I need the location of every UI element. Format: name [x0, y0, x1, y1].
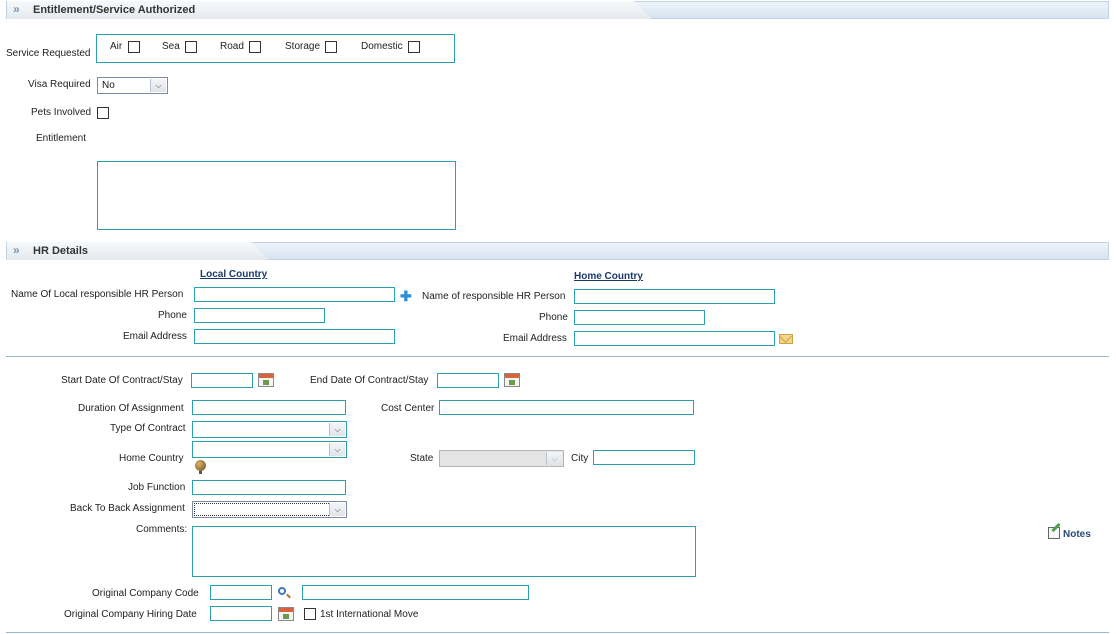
city-input[interactable] — [593, 450, 695, 465]
home-phone-label: Phone — [539, 312, 568, 323]
entitlement-section-header[interactable]: » Entitlement/Service Authorized — [6, 1, 1109, 19]
home-phone-input[interactable] — [574, 310, 705, 325]
home-email-input[interactable] — [574, 331, 775, 346]
notes-link[interactable]: Notes — [1063, 529, 1091, 540]
duration-input[interactable] — [192, 400, 346, 415]
globe-icon[interactable] — [195, 460, 206, 474]
home-country-label: Home Country — [119, 453, 184, 464]
divider — [6, 632, 1109, 633]
cost-center-input[interactable] — [439, 400, 694, 415]
original-company-name-input[interactable] — [302, 585, 529, 600]
local-hr-person-label: Name Of Local responsible HR Person — [11, 289, 184, 300]
comments-textarea[interactable] — [192, 526, 696, 577]
service-road-checkbox[interactable] — [249, 41, 261, 53]
double-chevron-right-icon: » — [13, 243, 20, 257]
chevron-down-icon: ⌵ — [150, 79, 166, 92]
job-function-input[interactable] — [192, 480, 346, 495]
original-company-code-input[interactable] — [210, 585, 272, 600]
cost-center-label: Cost Center — [381, 403, 435, 414]
visa-required-select[interactable]: No ⌵ — [97, 77, 168, 94]
type-of-contract-label: Type Of Contract — [110, 423, 186, 434]
state-select[interactable]: ⌵ — [439, 450, 564, 467]
local-country-heading: Local Country — [200, 269, 268, 280]
local-phone-input[interactable] — [194, 308, 325, 323]
section-title: Entitlement/Service Authorized — [33, 4, 196, 16]
service-air-checkbox[interactable] — [128, 41, 140, 53]
local-email-label: Email Address — [123, 331, 187, 342]
service-road-label: Road — [220, 41, 244, 52]
chevron-down-icon: ⌵ — [329, 503, 345, 516]
pets-involved-checkbox[interactable] — [97, 107, 109, 119]
back-to-back-label: Back To Back Assignment — [70, 503, 185, 514]
hr-details-section-header[interactable]: » HR Details — [6, 242, 1109, 260]
double-chevron-right-icon: » — [13, 2, 20, 16]
home-hr-person-input[interactable] — [574, 289, 775, 304]
comments-label: Comments: — [136, 524, 188, 535]
service-storage-checkbox[interactable] — [325, 41, 337, 53]
service-sea-label: Sea — [162, 41, 180, 52]
entitlement-textarea[interactable] — [97, 161, 456, 230]
home-hr-person-label: Name of responsible HR Person — [422, 291, 566, 302]
service-requested-label: Service Requested — [6, 48, 91, 59]
calendar-icon[interactable] — [504, 373, 520, 387]
notes-icon[interactable] — [1048, 527, 1060, 539]
service-requested-group: Air Sea Road Storage Domestic — [96, 34, 455, 63]
state-label: State — [410, 453, 434, 464]
envelope-icon[interactable] — [779, 334, 793, 344]
original-company-code-label: Original Company Code — [92, 588, 199, 599]
first-international-move-label: 1st International Move — [320, 609, 419, 620]
start-date-input[interactable] — [191, 373, 253, 388]
chevron-down-icon: ⌵ — [329, 423, 345, 436]
service-storage-label: Storage — [285, 41, 321, 52]
local-hr-person-input[interactable] — [194, 287, 395, 302]
end-date-label: End Date Of Contract/Stay — [310, 375, 429, 386]
visa-required-value: No — [102, 80, 115, 91]
end-date-input[interactable] — [437, 373, 499, 388]
service-domestic-checkbox[interactable] — [408, 41, 420, 53]
magnifier-icon[interactable] — [278, 587, 286, 595]
pets-involved-label: Pets Involved — [31, 107, 92, 118]
calendar-icon[interactable] — [278, 607, 294, 621]
job-function-label: Job Function — [128, 482, 186, 493]
original-company-hiring-date-label: Original Company Hiring Date — [64, 609, 197, 620]
service-domestic-label: Domestic — [361, 41, 403, 52]
divider — [6, 356, 1109, 357]
visa-required-label: Visa Required — [28, 79, 91, 90]
local-email-input[interactable] — [194, 329, 395, 344]
section-title: HR Details — [33, 245, 89, 257]
start-date-label: Start Date Of Contract/Stay — [61, 375, 183, 386]
plus-icon[interactable]: ✚ — [400, 289, 412, 303]
back-to-back-select[interactable]: ⌵ — [192, 501, 347, 518]
city-label: City — [571, 453, 589, 464]
type-of-contract-select[interactable]: ⌵ — [192, 421, 347, 438]
home-email-label: Email Address — [503, 333, 567, 344]
chevron-down-icon: ⌵ — [329, 443, 345, 456]
entitlement-label: Entitlement — [36, 133, 87, 144]
home-country-select[interactable]: ⌵ — [192, 441, 347, 458]
first-international-move-checkbox[interactable] — [304, 608, 316, 620]
calendar-icon[interactable] — [258, 373, 274, 387]
original-company-hiring-date-input[interactable] — [210, 606, 272, 621]
service-sea-checkbox[interactable] — [185, 41, 197, 53]
chevron-down-icon: ⌵ — [546, 452, 562, 465]
local-phone-label: Phone — [158, 310, 187, 321]
home-country-heading: Home Country — [574, 271, 643, 282]
duration-label: Duration Of Assignment — [78, 403, 184, 414]
service-air-label: Air — [110, 41, 123, 52]
